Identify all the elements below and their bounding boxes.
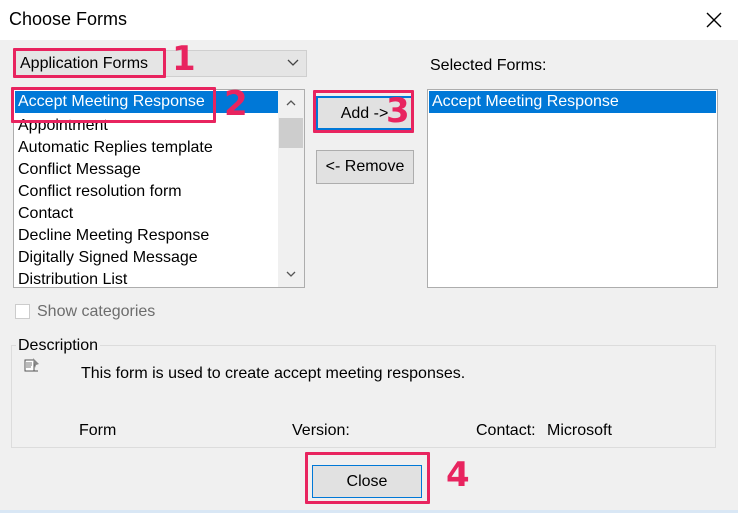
scroll-down-icon[interactable] — [278, 265, 304, 283]
annotation-box-2 — [11, 87, 216, 123]
list-item[interactable]: Accept Meeting Response — [429, 91, 716, 113]
contact-label: Contact: — [476, 422, 536, 439]
window-title: Choose Forms — [9, 9, 128, 29]
description-legend: Description — [16, 337, 101, 355]
list-item[interactable]: Contact — [15, 203, 278, 225]
show-categories-checkbox[interactable] — [15, 304, 30, 319]
description-text: This form is used to create accept meeti… — [81, 365, 466, 382]
scroll-up-icon[interactable] — [278, 94, 304, 112]
chevron-down-icon — [286, 55, 300, 69]
selected-forms-list[interactable]: Accept Meeting Response — [427, 89, 718, 288]
show-categories-label: Show categories — [37, 303, 156, 320]
form-label: Form — [79, 422, 117, 439]
list-item[interactable]: Automatic Replies template — [15, 137, 278, 159]
annotation-number-1: 1 — [172, 39, 196, 79]
list-item[interactable]: Decline Meeting Response — [15, 225, 278, 247]
contact-value: Microsoft — [547, 422, 612, 439]
form-icon — [22, 355, 42, 375]
list-item[interactable]: Conflict Message — [15, 159, 278, 181]
scroll-thumb[interactable] — [279, 118, 303, 148]
list-item[interactable]: Distribution List — [15, 269, 278, 287]
version-label: Version: — [292, 422, 350, 439]
list-item[interactable]: Conflict resolution form — [15, 181, 278, 203]
annotation-number-4: 4 — [446, 455, 470, 495]
annotation-number-3: 3 — [386, 91, 410, 131]
close-icon[interactable] — [700, 6, 728, 34]
list-item[interactable]: Digitally Signed Message — [15, 247, 278, 269]
annotation-box-4 — [305, 452, 430, 504]
selected-forms-label: Selected Forms: — [430, 57, 547, 74]
vertical-scrollbar[interactable] — [278, 90, 304, 287]
remove-button[interactable]: <- Remove — [316, 150, 414, 184]
annotation-number-2: 2 — [224, 84, 248, 124]
title-bar: Choose Forms — [0, 0, 738, 40]
annotation-box-1 — [13, 48, 166, 78]
